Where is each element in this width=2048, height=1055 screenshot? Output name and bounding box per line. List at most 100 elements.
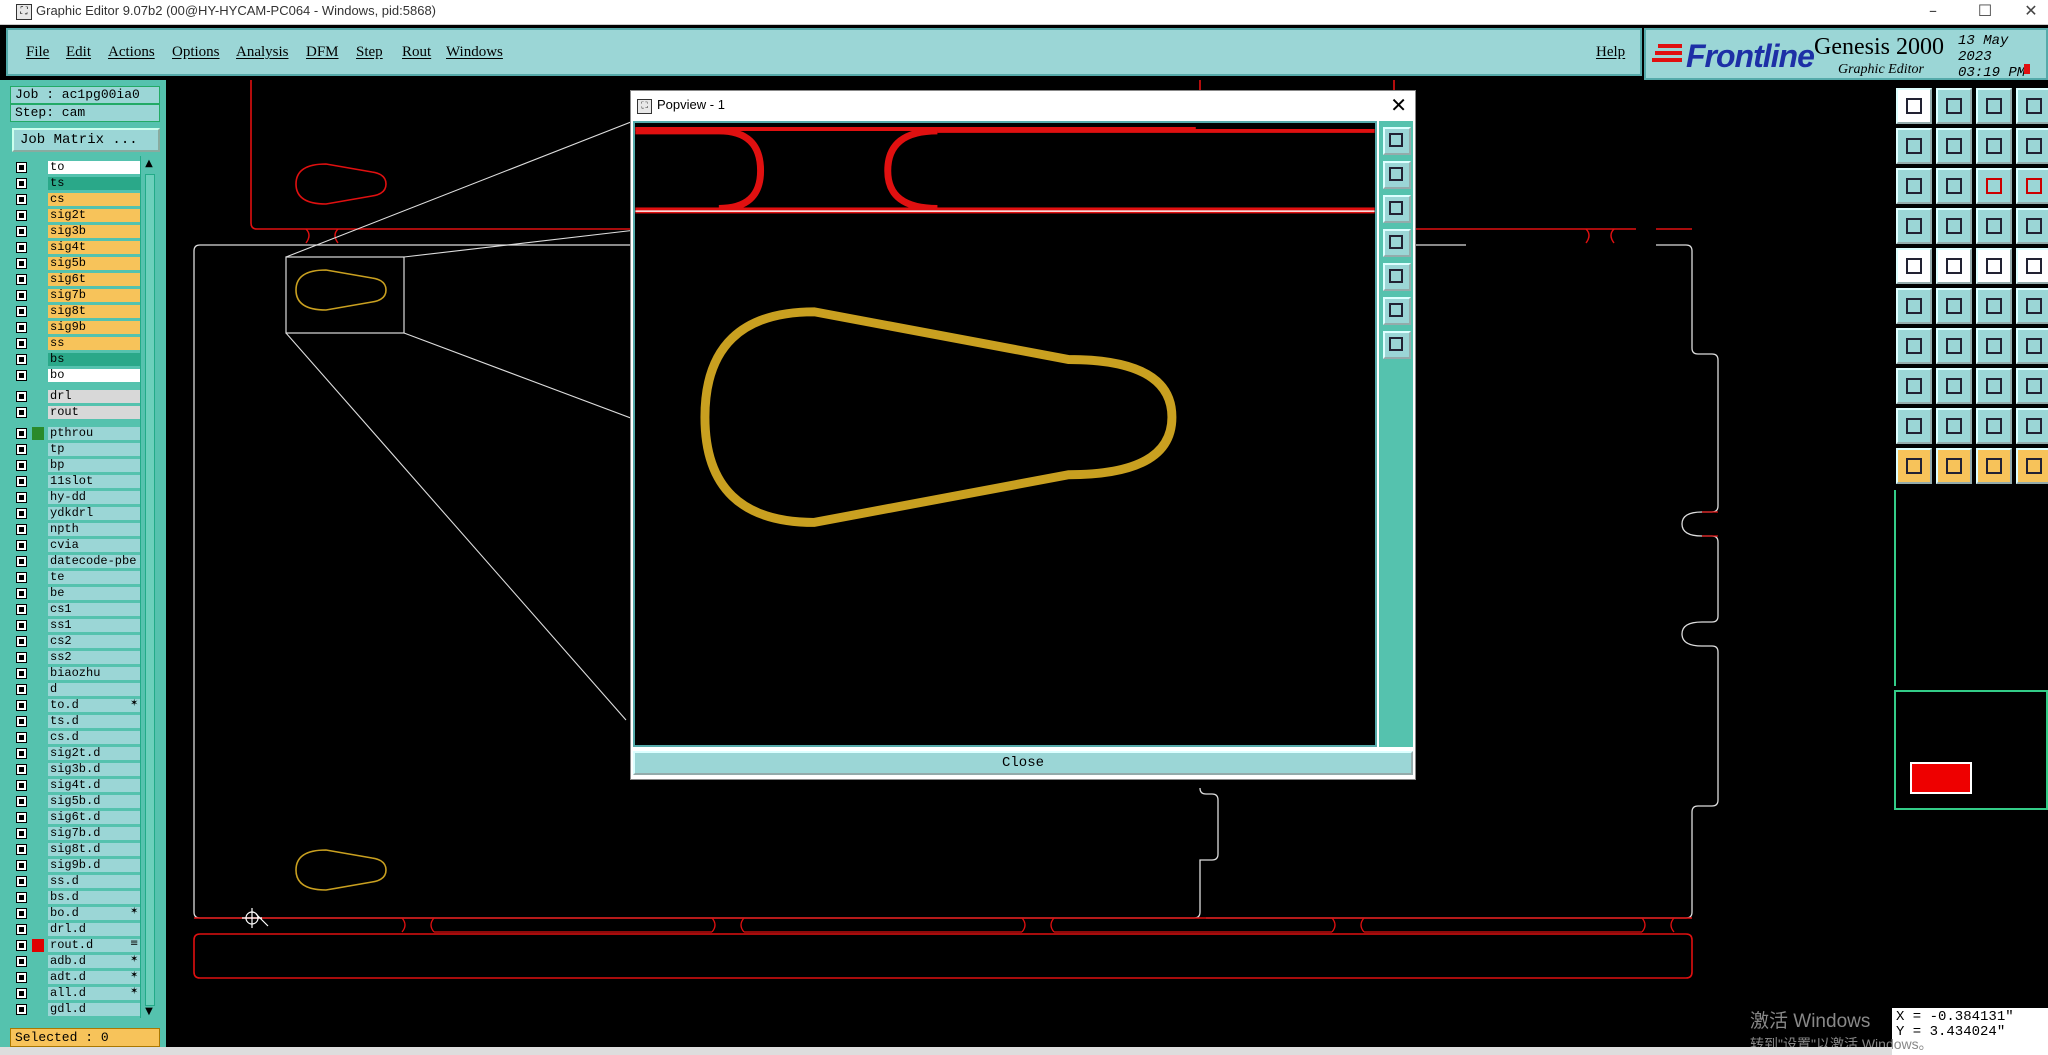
tool-help-button[interactable] xyxy=(2016,128,2048,164)
layer-name[interactable]: cs.d xyxy=(48,731,142,744)
tool-point-button[interactable] xyxy=(1976,288,2012,324)
layer-row-pthrou[interactable]: pthrou xyxy=(12,426,142,441)
layer-row-sig6t.d[interactable]: sig6t.d xyxy=(12,810,142,825)
layer-checkbox[interactable] xyxy=(16,460,27,471)
layer-checkbox[interactable] xyxy=(16,732,27,743)
tool-minus-button[interactable] xyxy=(1936,368,1972,404)
tool-arc-button[interactable] xyxy=(1976,328,2012,364)
layer-row-ss1[interactable]: ss1 xyxy=(12,618,142,633)
layer-checkbox[interactable] xyxy=(16,716,27,727)
layer-row-bs.d[interactable]: bs.d xyxy=(12,890,142,905)
layer-row-cs.d[interactable]: cs.d xyxy=(12,730,142,745)
layer-name[interactable]: sig2t xyxy=(48,209,142,222)
layer-checkbox[interactable] xyxy=(16,636,27,647)
tool-cross-button[interactable] xyxy=(1936,288,1972,324)
tool-select-button[interactable] xyxy=(1896,448,1932,484)
popview-canvas[interactable] xyxy=(633,121,1377,747)
layer-checkbox[interactable] xyxy=(16,812,27,823)
layer-checkbox[interactable] xyxy=(16,476,27,487)
layer-name[interactable]: ss2 xyxy=(48,651,142,664)
tool-arch-button[interactable] xyxy=(1976,408,2012,444)
tool-flag-button[interactable] xyxy=(2016,328,2048,364)
layer-name[interactable]: 11slot xyxy=(48,475,142,488)
layer-checkbox[interactable] xyxy=(16,748,27,759)
layer-name[interactable]: rout.d xyxy=(48,939,142,952)
layer-name[interactable]: to xyxy=(48,161,142,174)
menu-analysis[interactable]: Analysis xyxy=(236,44,289,61)
layer-row-te[interactable]: te xyxy=(12,570,142,585)
tool-move-button[interactable] xyxy=(1896,368,1932,404)
tool-question-button[interactable] xyxy=(2016,168,2048,204)
layer-checkbox[interactable] xyxy=(16,258,27,269)
layer-name[interactable]: npth xyxy=(48,523,142,536)
tool-home-button[interactable] xyxy=(1976,88,2012,124)
layer-name[interactable]: drl xyxy=(48,390,142,403)
layer-checkbox[interactable] xyxy=(16,972,27,983)
layer-checkbox[interactable] xyxy=(16,242,27,253)
popview-window[interactable]: ⛶ Popview - 1 ✕ Close xyxy=(630,90,1416,780)
layer-name[interactable]: all.d xyxy=(48,987,142,1000)
minimize-icon[interactable]: – xyxy=(1910,0,1956,24)
layer-row-cs2[interactable]: cs2 xyxy=(12,634,142,649)
layer-checkbox[interactable] xyxy=(16,940,27,951)
layer-name[interactable]: cvia xyxy=(48,539,142,552)
layer-row-11slot[interactable]: 11slot xyxy=(12,474,142,489)
layer-row-cs1[interactable]: cs1 xyxy=(12,602,142,617)
popview-close-button[interactable]: Close xyxy=(633,751,1413,775)
tool-ruler-button[interactable] xyxy=(1976,248,2012,284)
layer-row-sig2t[interactable]: sig2t xyxy=(12,208,142,223)
layer-row-ss.d[interactable]: ss.d xyxy=(12,874,142,889)
menu-rout[interactable]: Rout xyxy=(402,44,431,61)
layer-row-sig3b.d[interactable]: sig3b.d xyxy=(12,762,142,777)
layer-checkbox[interactable] xyxy=(16,652,27,663)
layer-name[interactable]: sig8t.d xyxy=(48,843,142,856)
layer-row-drl.d[interactable]: drl.d xyxy=(12,922,142,937)
layer-row-sig8t[interactable]: sig8t xyxy=(12,304,142,319)
layer-row-adb.d[interactable]: adb.d ✶ xyxy=(12,954,142,969)
layer-checkbox[interactable] xyxy=(16,508,27,519)
layer-name[interactable]: sig8t xyxy=(48,305,142,318)
layer-name[interactable]: sig2t.d xyxy=(48,747,142,760)
layer-name[interactable]: sig6t.d xyxy=(48,811,142,824)
tool-dot-button[interactable] xyxy=(2016,248,2048,284)
layer-row-ydkdrl[interactable]: ydkdrl xyxy=(12,506,142,521)
tool-chart-button[interactable] xyxy=(2016,208,2048,244)
tool-step-close-button[interactable] xyxy=(1936,88,1972,124)
layer-name[interactable]: sig7b xyxy=(48,289,142,302)
layer-name[interactable]: pthrou xyxy=(48,427,142,440)
layer-checkbox[interactable] xyxy=(16,700,27,711)
layer-row-sig7b.d[interactable]: sig7b.d xyxy=(12,826,142,841)
layer-checkbox[interactable] xyxy=(16,828,27,839)
tool-snap-button[interactable] xyxy=(1936,208,1972,244)
layer-name[interactable]: tp xyxy=(48,443,142,456)
layer-row-cvia[interactable]: cvia xyxy=(12,538,142,553)
popview-close-icon[interactable]: ✕ xyxy=(1390,93,1407,117)
layer-checkbox[interactable] xyxy=(16,572,27,583)
layer-name[interactable]: sig7b.d xyxy=(48,827,142,840)
job-matrix-button[interactable]: Job Matrix ... xyxy=(12,128,160,152)
menu-file[interactable]: File xyxy=(26,44,49,61)
tool-left-button[interactable] xyxy=(1896,128,1932,164)
layer-checkbox[interactable] xyxy=(16,274,27,285)
layer-row-to[interactable]: to xyxy=(12,160,142,175)
layer-checkbox[interactable] xyxy=(16,306,27,317)
layer-checkbox[interactable] xyxy=(16,540,27,551)
layer-checkbox[interactable] xyxy=(16,556,27,567)
layer-checkbox[interactable] xyxy=(16,1004,27,1015)
tool-triangle-button[interactable] xyxy=(1936,408,1972,444)
menu-dfm[interactable]: DFM xyxy=(306,44,339,61)
layer-checkbox[interactable] xyxy=(16,226,27,237)
layer-row-tp[interactable]: tp xyxy=(12,442,142,457)
layer-name[interactable]: ss.d xyxy=(48,875,142,888)
tool-scale-button[interactable] xyxy=(1976,168,2012,204)
layer-row-all.d[interactable]: all.d ✶ xyxy=(12,986,142,1001)
popview-shrink-button[interactable] xyxy=(1383,331,1411,359)
tool-layers-button[interactable] xyxy=(2016,88,2048,124)
menu-edit[interactable]: Edit xyxy=(66,44,91,61)
popview-expand-button[interactable] xyxy=(1383,297,1411,325)
layer-name[interactable]: ss xyxy=(48,337,142,350)
menu-windows[interactable]: Windows xyxy=(446,44,503,61)
tool-box-button[interactable] xyxy=(1976,368,2012,404)
popview-zoom-in-button[interactable] xyxy=(1383,161,1411,189)
layer-row-ss2[interactable]: ss2 xyxy=(12,650,142,665)
